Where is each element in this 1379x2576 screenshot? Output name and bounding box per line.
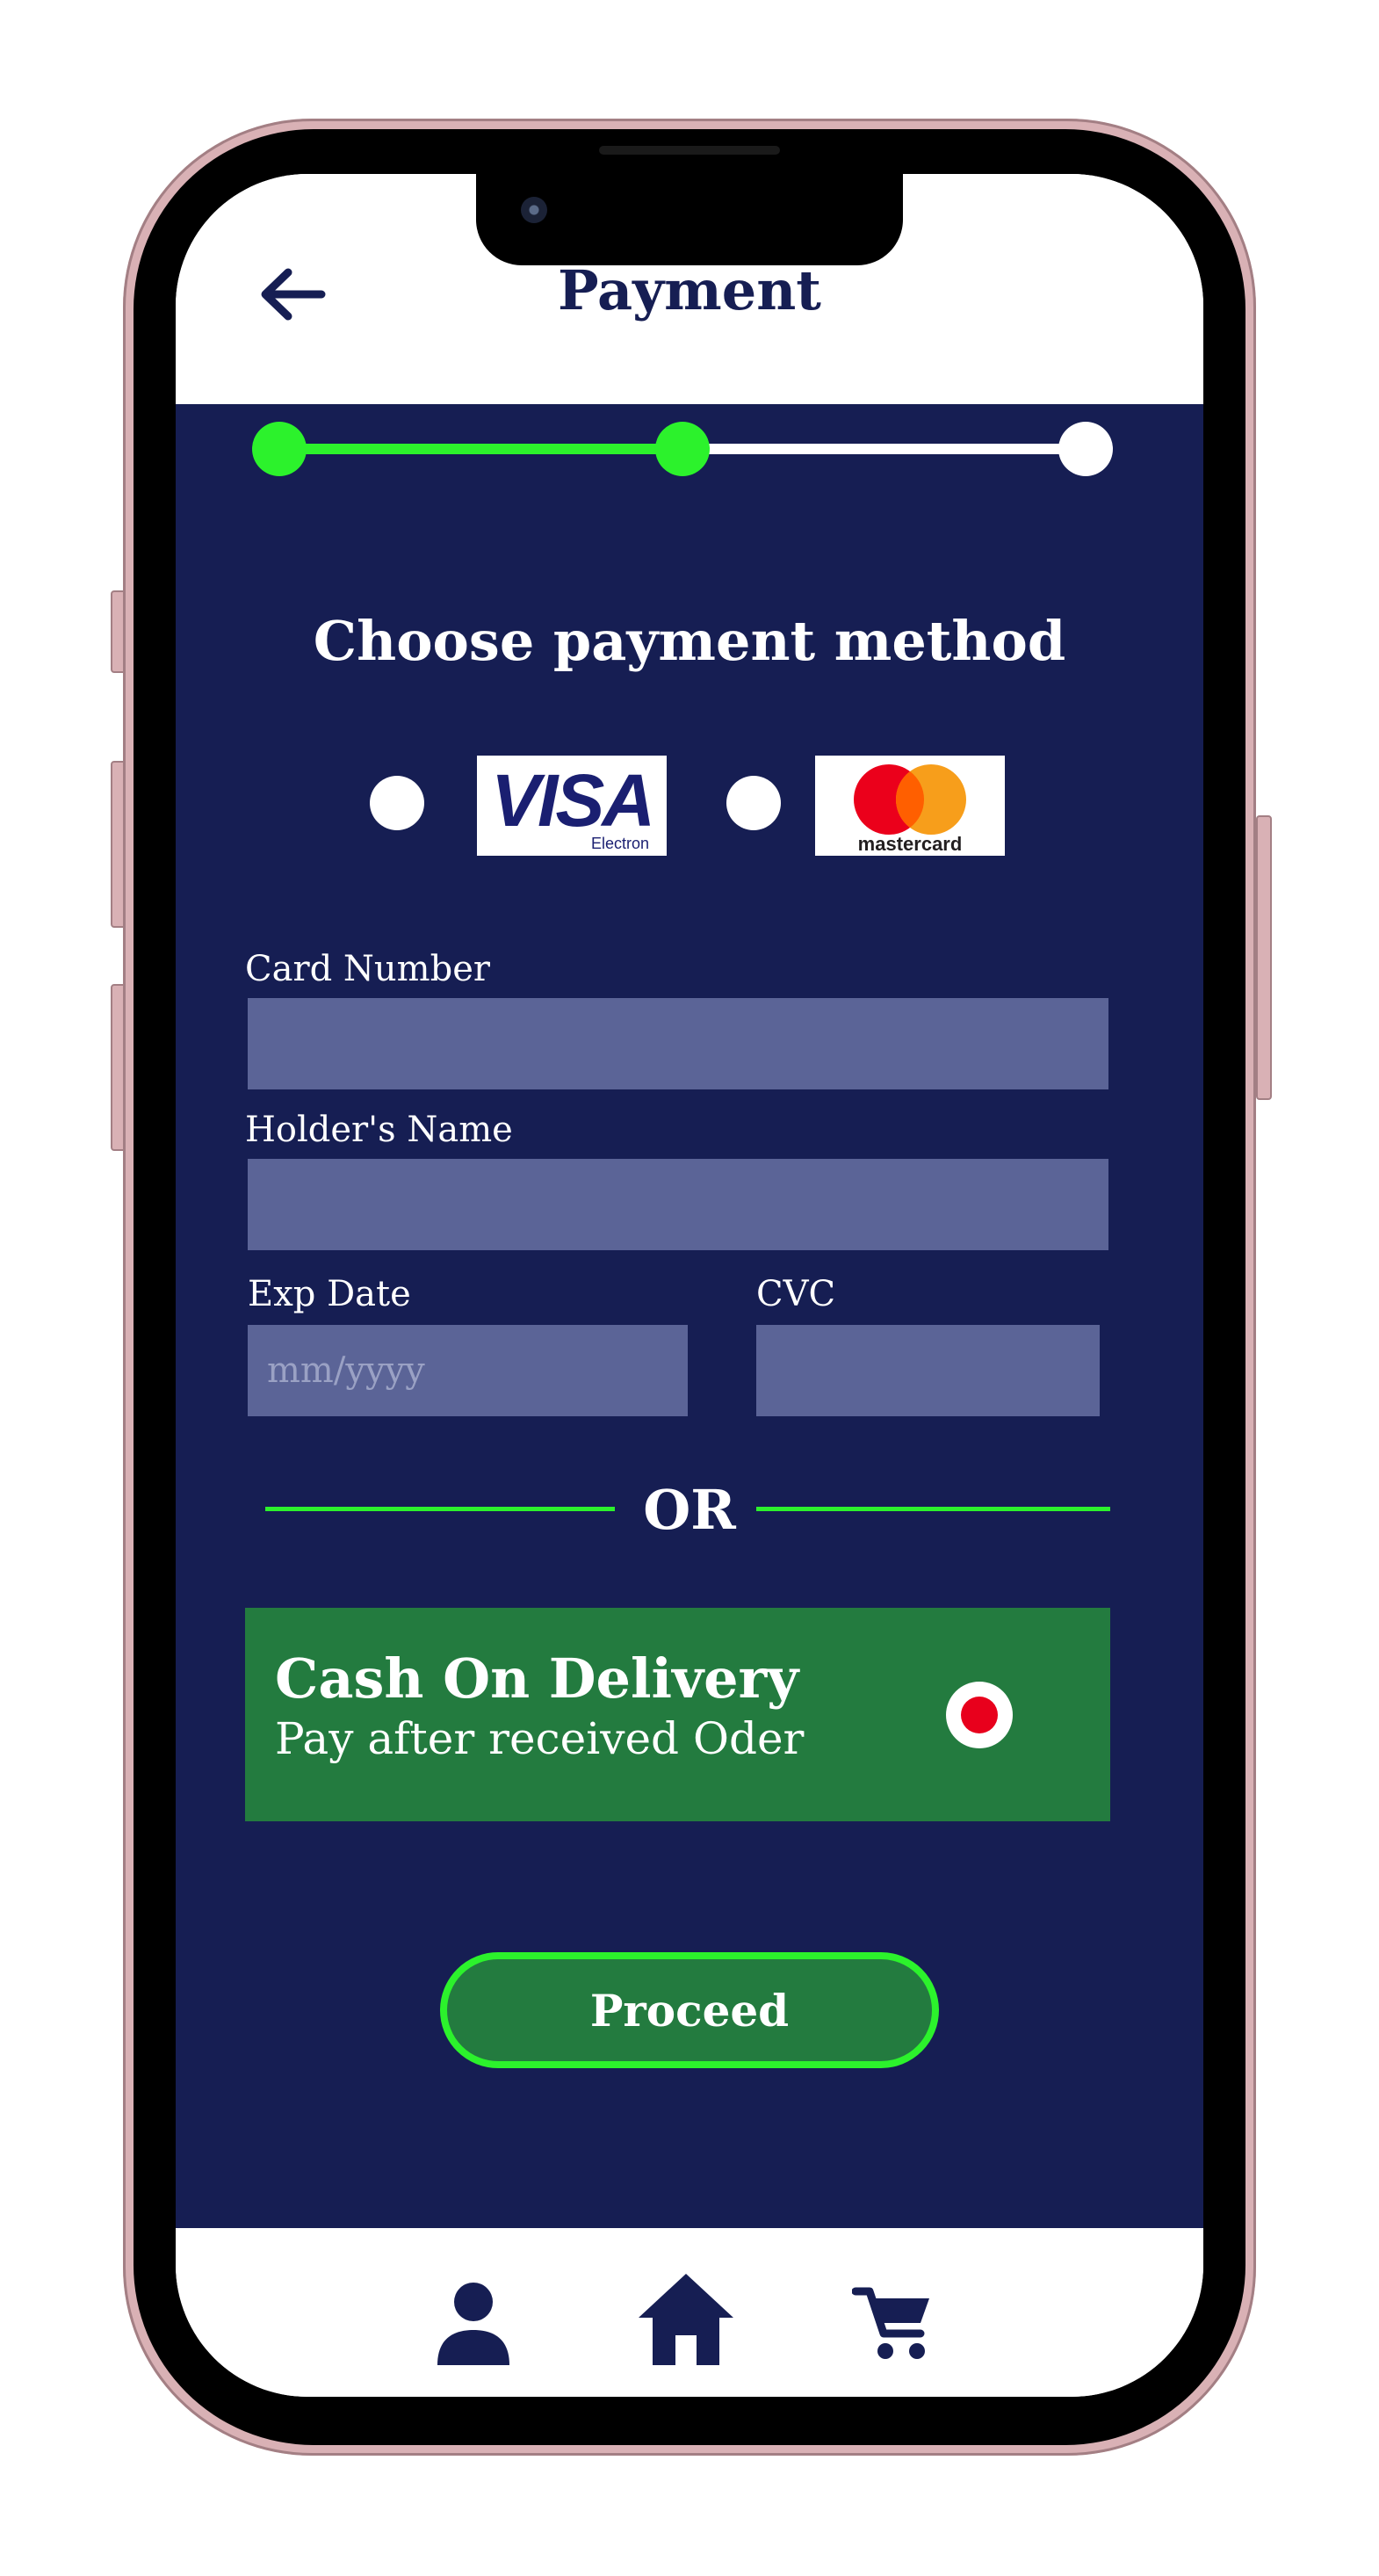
notch-speaker — [599, 146, 780, 155]
visa-radio[interactable] — [370, 776, 424, 830]
home-icon — [639, 2274, 733, 2365]
progress-step-3 — [1058, 422, 1113, 476]
svg-text:mastercard: mastercard — [858, 833, 963, 855]
nav-cart[interactable] — [851, 2283, 933, 2363]
mastercard-radio[interactable] — [726, 776, 781, 830]
exp-date-input[interactable] — [248, 1325, 688, 1416]
cash-on-delivery-option[interactable]: Cash On Delivery Pay after received Oder — [245, 1608, 1110, 1821]
nav-profile[interactable] — [434, 2281, 513, 2369]
payment-method-title: Choose payment method — [313, 609, 1066, 673]
cart-icon — [851, 2287, 929, 2359]
progress-step-1 — [252, 422, 307, 476]
exp-date-label: Exp Date — [248, 1274, 411, 1314]
card-number-input[interactable] — [248, 998, 1108, 1089]
nav-home[interactable] — [637, 2270, 735, 2369]
cvc-input[interactable] — [756, 1325, 1100, 1416]
proceed-button[interactable]: Proceed — [440, 1952, 939, 2068]
card-number-label: Card Number — [245, 949, 490, 989]
visa-electron-logo[interactable]: VISA Electron — [477, 756, 667, 856]
power-button — [1256, 815, 1272, 1100]
cod-radio-selected-dot — [961, 1697, 998, 1733]
holder-name-label: Holder's Name — [245, 1110, 513, 1150]
svg-text:Electron: Electron — [591, 835, 649, 852]
progress-step-2 — [655, 422, 710, 476]
cod-radio[interactable] — [946, 1682, 1013, 1748]
cod-subtitle: Pay after received Oder — [275, 1713, 805, 1764]
page-title: Payment — [558, 258, 821, 322]
front-camera — [521, 197, 547, 223]
phone-screen: Payment Choose payment method VISA Elect… — [176, 174, 1203, 2397]
mastercard-logo[interactable]: mastercard — [815, 756, 1005, 856]
mastercard-logo-icon: mastercard — [854, 764, 966, 855]
cvc-label: CVC — [756, 1274, 836, 1314]
cod-title: Cash On Delivery — [275, 1646, 799, 1711]
or-divider-right — [756, 1507, 1110, 1511]
svg-text:VISA: VISA — [491, 759, 653, 842]
person-icon — [437, 2283, 509, 2365]
progress-track-remaining — [683, 444, 1086, 454]
holder-name-input[interactable] — [248, 1159, 1108, 1250]
progress-track-completed — [279, 444, 683, 454]
visa-logo-icon: VISA Electron — [491, 759, 655, 852]
